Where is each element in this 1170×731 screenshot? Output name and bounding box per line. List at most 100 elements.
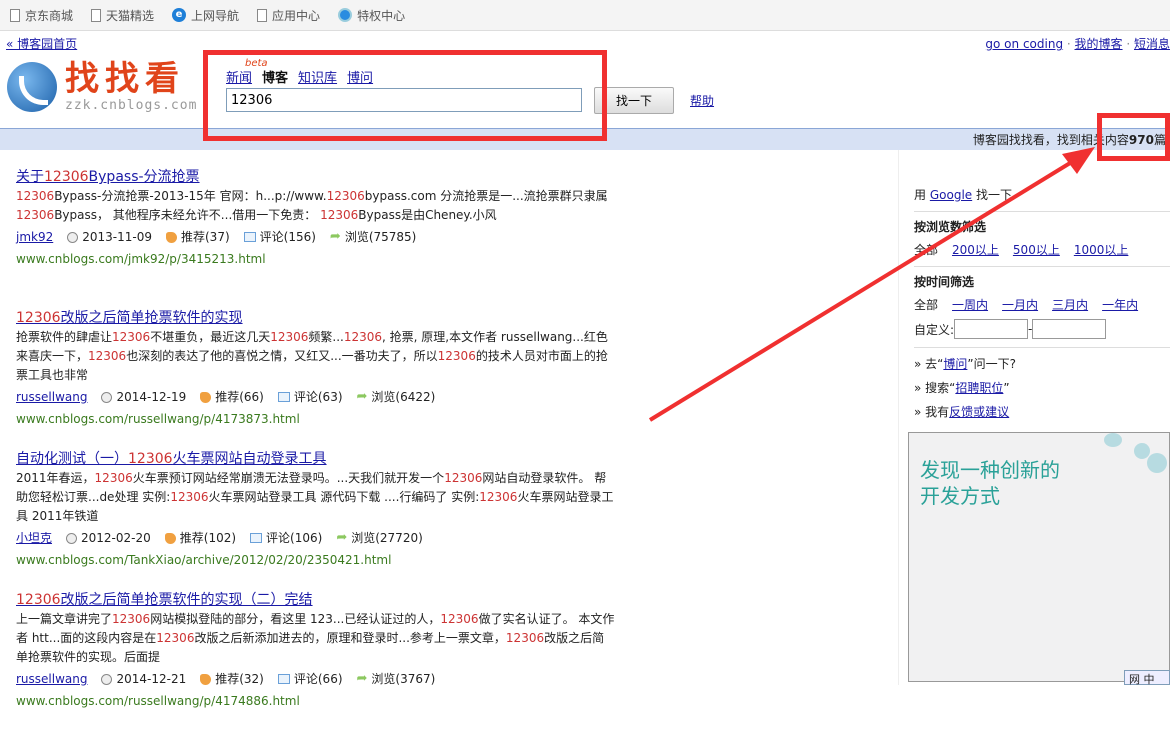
ie-icon: e — [172, 8, 187, 22]
post-date: 2012-02-20 — [81, 531, 151, 545]
custom-label: 自定义: — [914, 322, 955, 337]
logo-domain: zzk.cnblogs.com — [65, 98, 198, 113]
time-filter-month[interactable]: 一月内 — [1002, 296, 1038, 313]
time-filter-year[interactable]: 一年内 — [1102, 296, 1138, 313]
result-snippet: 12306 Bypass-分流抢票-2013-15年 官网：h...p://www… — [16, 187, 616, 225]
share-arrow-icon: ➦ — [356, 671, 368, 686]
result-url[interactable]: www.cnblogs.com/jmk92/p/3415213.html — [16, 248, 616, 270]
separator: · — [1063, 37, 1075, 51]
tab-kb[interactable]: 知识库 — [298, 67, 337, 86]
logo[interactable]: 找找看 zzk.cnblogs.com beta — [7, 58, 268, 113]
result-url[interactable]: www.cnblogs.com/russellwang/p/4174886.ht… — [16, 690, 616, 712]
result-snippet: 上一篇文章讲完了12306网站模拟登陆的部分，看这里 123...已经认证过的人… — [16, 610, 616, 667]
views-filter-200[interactable]: 200以上 — [952, 241, 999, 258]
view-count: 浏览(75785) — [344, 230, 417, 244]
google-link[interactable]: Google — [930, 188, 972, 202]
ad-banner[interactable]: 发现一种创新的 开发方式 — [908, 432, 1170, 682]
time-filter-all[interactable]: 全部 — [914, 296, 938, 313]
privilege-icon — [338, 8, 353, 22]
text-segment: 火车票预订网站经常崩溃无法登录吗。...天我们就开发一个 — [132, 471, 445, 485]
tab-qa[interactable]: 博问 — [347, 67, 373, 86]
text-segment: 火车票网站自动登录工具 — [172, 451, 327, 467]
text-segment: 关于 — [16, 169, 44, 185]
highlight-term: 12306 — [88, 349, 127, 363]
text-segment: 网站模拟登陆的部分，看这里 123...已经认证过的人， — [150, 612, 441, 626]
result-title[interactable]: 关于12306Bypass-分流抢票 — [16, 167, 616, 187]
result-count-bar: 博客园找找看，找到相关内容970篇 — [0, 128, 1170, 150]
feedback-link[interactable]: 反馈或建议 — [949, 405, 1009, 419]
result-url[interactable]: www.cnblogs.com/russellwang/p/4173873.ht… — [16, 408, 616, 430]
views-filter-1000[interactable]: 1000以上 — [1074, 241, 1129, 258]
time-filter-3months[interactable]: 三月内 — [1052, 296, 1088, 313]
label: » 我有 — [914, 405, 950, 419]
tab-news[interactable]: 新闻 — [226, 67, 252, 86]
result-title[interactable]: 12306改版之后简单抢票软件的实现（二）完结 — [16, 590, 616, 610]
label: ”问一下? — [967, 357, 1016, 371]
label: ” — [1003, 381, 1010, 395]
highlight-term: 12306 — [320, 208, 359, 222]
result-count-prefix: 博客园找找看，找到相关内容 — [972, 133, 1129, 147]
time-filter: 按时间筛选 全部 一周内 一月内 三月内 一年内 自定义: - — [914, 267, 1170, 348]
logo-title: 找找看 — [65, 59, 185, 99]
bookmark-privilege[interactable]: 特权中心 — [338, 7, 405, 24]
recommend-count: 推荐(37) — [181, 230, 230, 244]
author-link[interactable]: 小坦克 — [16, 527, 52, 549]
result-title[interactable]: 自动化测试（一）12306火车票网站自动登录工具 — [16, 449, 616, 469]
view-count: 浏览(3767) — [371, 672, 436, 686]
decor-dot — [1104, 433, 1122, 447]
highlight-term: 12306 — [440, 612, 479, 626]
result-count-suffix: 篇 — [1153, 133, 1166, 147]
column-divider — [898, 150, 899, 685]
page-icon — [257, 8, 268, 22]
ask-link[interactable]: 博问 — [943, 357, 967, 371]
top-links: go on coding · 我的博客 · 短消息 — [985, 35, 1170, 52]
result-item: 自动化测试（一）12306火车票网站自动登录工具 2011年春运，12306火车票… — [16, 449, 616, 590]
result-meta: jmk92 2013-11-09 推荐(37) 评论(156) ➦ 浏览(75785) — [16, 226, 616, 248]
bookmark-jd[interactable]: 京东商城 — [10, 7, 73, 24]
highlight-term: 12306 — [437, 349, 476, 363]
user-link[interactable]: go on coding — [985, 37, 1063, 51]
ad-text: 发现一种创新的 — [920, 458, 1060, 482]
search-button[interactable]: 找一下 — [594, 87, 674, 114]
date-to-input[interactable] — [1032, 319, 1107, 339]
highlight-term: 12306 — [112, 330, 151, 344]
result-snippet: 2011年春运，12306火车票预订网站经常崩溃无法登录吗。...天我们就开发一… — [16, 469, 616, 526]
bookmark-apps[interactable]: 应用中心 — [257, 7, 320, 24]
rss-icon — [7, 61, 57, 112]
author-link[interactable]: russellwang — [16, 386, 87, 408]
bookmark-tmall[interactable]: 天猫精选 — [91, 7, 154, 24]
label: » 去“ — [914, 357, 944, 371]
page-icon — [10, 8, 20, 22]
text-segment: Bypass-分流抢票-2013-15年 官网：h...p://www. — [54, 189, 327, 203]
chat-widget[interactable]: 网 中 — [1124, 670, 1170, 686]
result-title[interactable]: 12306改版之后简单抢票软件的实现 — [16, 308, 616, 328]
time-filter-week[interactable]: 一周内 — [952, 296, 988, 313]
text-segment: 火车票网站登录工具 源代码下载 ....行编码了 实例: — [208, 490, 480, 504]
jobs-link[interactable]: 招聘职位 — [955, 381, 1003, 395]
result-snippet: 抢票软件的肆虐让12306不堪重负，最近这几天12306频繁...12306, … — [16, 328, 616, 385]
highlight-term: 12306 — [156, 631, 195, 645]
tab-blog[interactable]: 博客 — [262, 67, 288, 86]
comment-icon — [277, 392, 290, 402]
view-count: 浏览(27720) — [351, 531, 423, 545]
author-link[interactable]: russellwang — [16, 668, 87, 690]
views-filter-all[interactable]: 全部 — [914, 241, 938, 258]
label: 找一下 — [976, 188, 1013, 202]
text-segment: 上一篇文章讲完了 — [16, 612, 113, 626]
help-link[interactable]: 帮助 — [690, 92, 714, 109]
bookmark-nav[interactable]: e 上网导航 — [172, 7, 239, 24]
messages-link[interactable]: 短消息 — [1134, 37, 1170, 51]
views-filter-500[interactable]: 500以上 — [1013, 241, 1060, 258]
date-from-input[interactable] — [954, 319, 1029, 339]
clock-icon — [66, 532, 78, 544]
result-item: 12306改版之后简单抢票软件的实现 抢票软件的肆虐让12306不堪重负，最近这几… — [16, 308, 616, 449]
home-link[interactable]: « 博客园首页 — [6, 35, 77, 52]
result-url[interactable]: www.cnblogs.com/TankXiao/archive/2012/02… — [16, 549, 616, 571]
text-segment: Bypass-分流抢票 — [88, 169, 200, 185]
my-blog-link[interactable]: 我的博客 — [1075, 37, 1123, 51]
views-filter-title: 按浏览数筛选 — [914, 220, 987, 234]
label: 用 — [914, 188, 927, 202]
author-link[interactable]: jmk92 — [16, 226, 53, 248]
search-input[interactable] — [226, 88, 582, 112]
recommend-count: 推荐(102) — [179, 531, 237, 545]
